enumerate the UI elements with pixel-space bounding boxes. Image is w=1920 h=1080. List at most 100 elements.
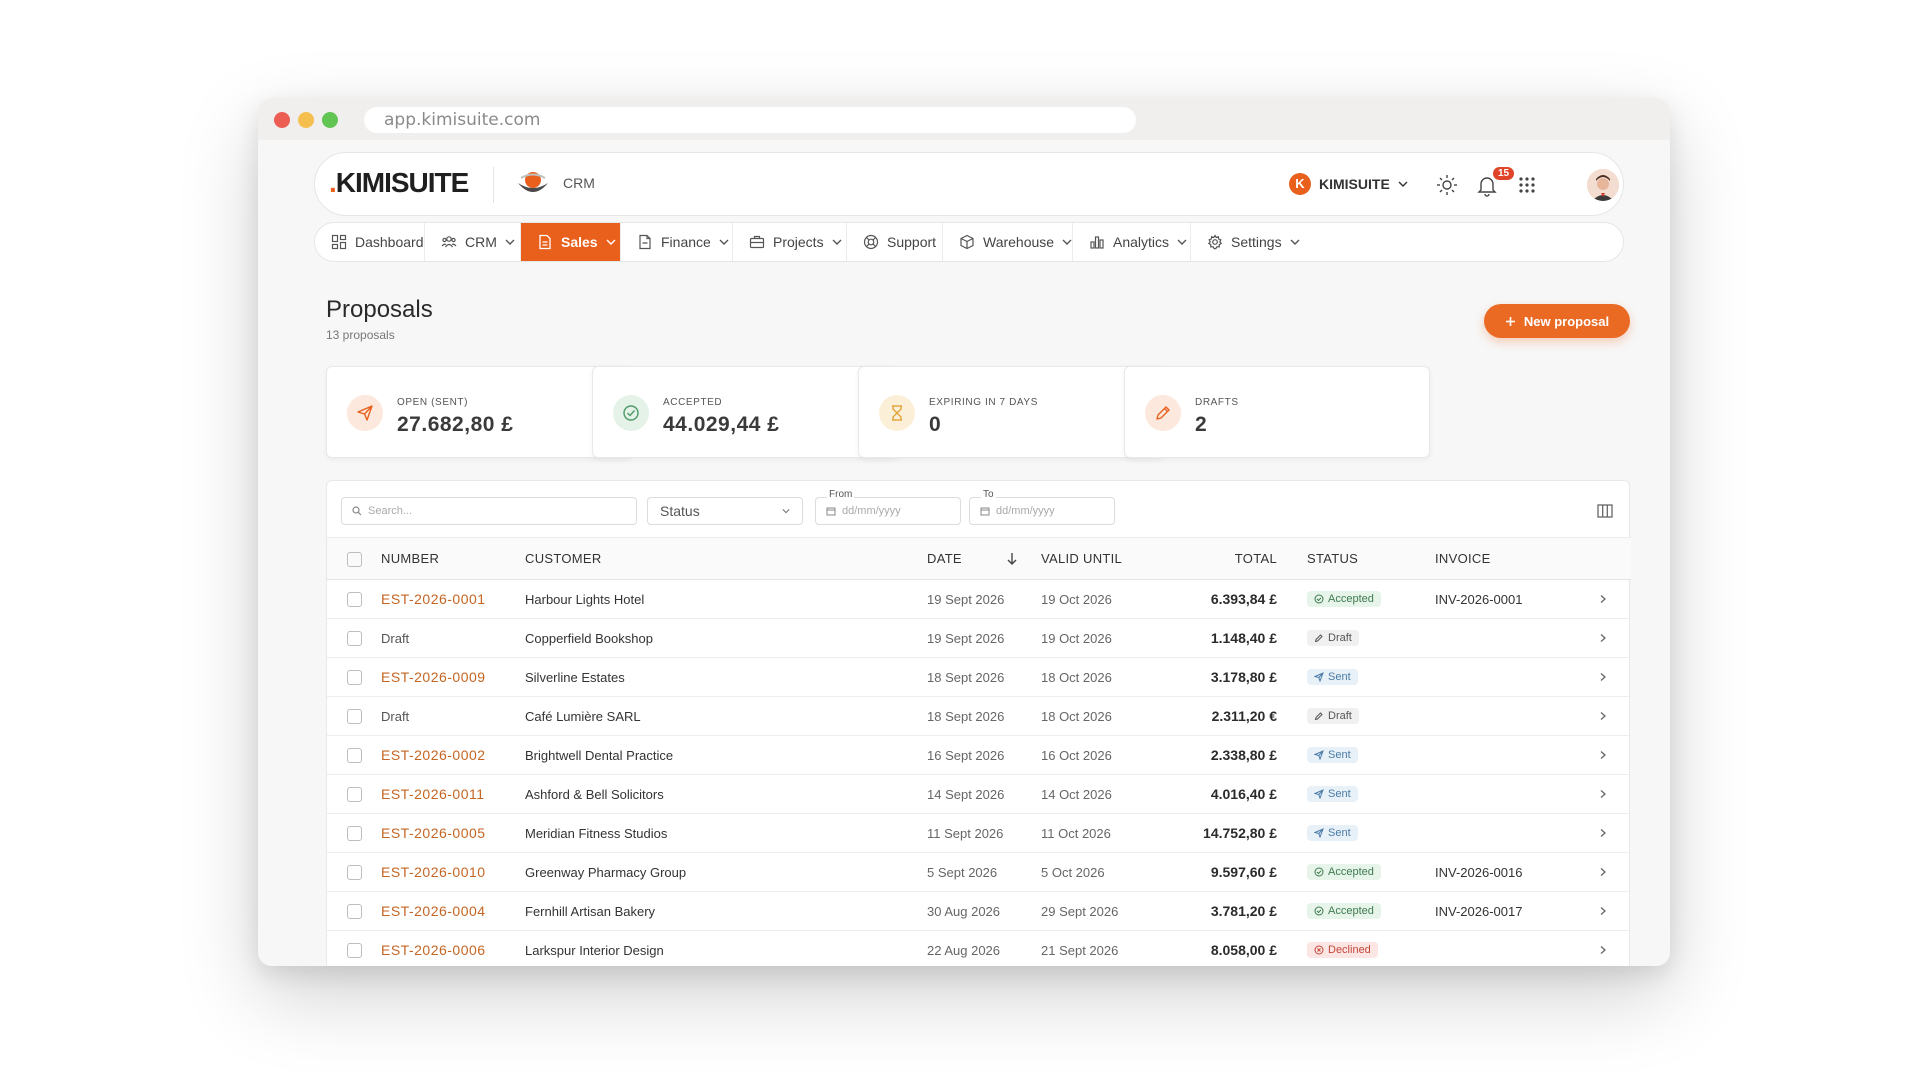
table-row[interactable]: EST-2026-0001 Harbour Lights Hotel 19 Sept…: [327, 579, 1631, 619]
send-icon: [1314, 672, 1324, 682]
chevron-right-icon[interactable]: [1598, 594, 1608, 604]
table-row[interactable]: Draft Copperfield Bookshop 19 Sept 2026 19 …: [327, 618, 1631, 658]
table-row[interactable]: EST-2026-0010 Greenway Pharmacy Group 5 Se…: [327, 852, 1631, 892]
table-row[interactable]: EST-2026-0009 Silverline Estates 18 Sept 2…: [327, 657, 1631, 697]
user-avatar-icon: [1587, 169, 1619, 201]
invoice-number: INV-2026-0001: [1435, 579, 1575, 619]
proposal-number[interactable]: EST-2026-0011: [381, 786, 485, 802]
table-row[interactable]: EST-2026-0011 Ashford & Bell Solicitors 14…: [327, 774, 1631, 814]
company-switcher[interactable]: K KIMISUITE: [1289, 173, 1408, 195]
nav-item-crm[interactable]: CRM: [425, 223, 521, 261]
user-avatar[interactable]: [1587, 169, 1619, 201]
chevron-down-icon: [606, 239, 616, 245]
nav-item-projects[interactable]: Projects: [733, 223, 847, 261]
sort-down-icon[interactable]: [1006, 552, 1018, 566]
close-window-button[interactable]: [274, 112, 290, 128]
address-bar[interactable]: app.kimisuite.com: [364, 107, 1136, 133]
crm-module-logo-icon[interactable]: [515, 169, 551, 199]
nav-item-support[interactable]: Support: [847, 223, 943, 261]
notification-badge: 15: [1493, 167, 1515, 180]
dashboard-icon: [331, 234, 347, 250]
from-date-input[interactable]: dd/mm/yyyy: [815, 497, 961, 525]
table-row[interactable]: EST-2026-0006 Larkspur Interior Design 22 …: [327, 930, 1631, 966]
table-row[interactable]: EST-2026-0004 Fernhill Artisan Bakery 30 A…: [327, 891, 1631, 931]
status-filter-select[interactable]: Status: [647, 497, 803, 525]
invoice-number: INV-2026-0016: [1435, 852, 1575, 892]
column-header-date[interactable]: DATE: [927, 537, 1041, 580]
company-avatar: K: [1289, 173, 1311, 195]
browser-titlebar: app.kimisuite.com: [258, 98, 1670, 140]
main-navigation: Dashboard CRM Sales Finance Projects Sup…: [314, 222, 1624, 262]
table-row[interactable]: EST-2026-0002 Brightwell Dental Practice 1…: [327, 735, 1631, 775]
check-circle-icon: [1314, 906, 1324, 916]
invoice-number: [1435, 930, 1575, 966]
briefcase-icon: [749, 235, 765, 249]
chevron-down-icon: [1290, 239, 1300, 245]
proposal-number[interactable]: EST-2026-0010: [381, 864, 486, 880]
chevron-right-icon[interactable]: [1598, 750, 1608, 760]
table-row[interactable]: Draft Café Lumière SARL 18 Sept 2026 18 Oct…: [327, 696, 1631, 736]
proposal-number[interactable]: EST-2026-0006: [381, 942, 486, 958]
proposal-number[interactable]: EST-2026-0009: [381, 669, 486, 685]
row-checkbox[interactable]: [346, 865, 362, 881]
row-checkbox[interactable]: [346, 904, 362, 920]
search-input[interactable]: Search...: [341, 497, 637, 525]
select-all-checkbox[interactable]: [346, 551, 362, 567]
row-checkbox[interactable]: [346, 787, 362, 803]
row-checkbox[interactable]: [346, 709, 362, 725]
apps-grid-icon[interactable]: [1515, 173, 1539, 197]
sun-icon[interactable]: [1435, 173, 1459, 197]
check-circle-icon: [613, 395, 649, 431]
nav-item-warehouse[interactable]: Warehouse: [943, 223, 1073, 261]
chevron-right-icon[interactable]: [1598, 672, 1608, 682]
nav-item-dashboard[interactable]: Dashboard: [315, 223, 425, 261]
nav-item-settings[interactable]: Settings: [1191, 223, 1305, 261]
to-date-input[interactable]: dd/mm/yyyy: [969, 497, 1115, 525]
column-header-number[interactable]: NUMBER: [381, 537, 525, 580]
column-header-invoice[interactable]: INVOICE: [1435, 537, 1575, 580]
proposal-total: 2.311,20 €: [1177, 696, 1307, 736]
document-icon: [539, 234, 551, 250]
valid-until-date: 14 Oct 2026: [1041, 774, 1177, 814]
users-icon: [441, 236, 457, 248]
minimize-window-button[interactable]: [298, 112, 314, 128]
proposal-number[interactable]: EST-2026-0004: [381, 903, 486, 919]
valid-until-date: 16 Oct 2026: [1041, 735, 1177, 775]
new-proposal-button[interactable]: New proposal: [1484, 304, 1630, 338]
chevron-right-icon[interactable]: [1598, 945, 1608, 955]
row-checkbox[interactable]: [346, 592, 362, 608]
column-header-customer[interactable]: CUSTOMER: [525, 537, 927, 580]
send-icon: [1314, 789, 1324, 799]
nav-item-analytics[interactable]: Analytics: [1073, 223, 1191, 261]
customer-name: Greenway Pharmacy Group: [525, 852, 927, 892]
row-checkbox[interactable]: [346, 943, 362, 959]
chevron-right-icon[interactable]: [1598, 828, 1608, 838]
columns-icon[interactable]: [1595, 501, 1615, 521]
chevron-right-icon[interactable]: [1598, 711, 1608, 721]
chevron-right-icon[interactable]: [1598, 867, 1608, 877]
column-header-valid-until[interactable]: VALID UNTIL: [1041, 537, 1177, 580]
proposals-table-body: EST-2026-0001 Harbour Lights Hotel 19 Sept…: [327, 579, 1631, 966]
row-checkbox[interactable]: [346, 670, 362, 686]
chevron-right-icon[interactable]: [1598, 789, 1608, 799]
nav-item-finance[interactable]: Finance: [621, 223, 733, 261]
maximize-window-button[interactable]: [322, 112, 338, 128]
chevron-right-icon[interactable]: [1598, 633, 1608, 643]
x-circle-icon: [1314, 945, 1324, 955]
kimisuite-logo[interactable]: .KIMISUITE: [329, 167, 469, 199]
row-checkbox[interactable]: [346, 826, 362, 842]
proposal-number[interactable]: EST-2026-0005: [381, 825, 486, 841]
status-badge: Draft: [1307, 630, 1359, 646]
table-row[interactable]: EST-2026-0005 Meridian Fitness Studios 11 …: [327, 813, 1631, 853]
proposal-number[interactable]: EST-2026-0002: [381, 747, 486, 763]
to-date-label: To: [981, 489, 996, 500]
column-header-status[interactable]: STATUS: [1307, 537, 1435, 580]
pencil-icon: [1314, 711, 1324, 721]
column-header-total[interactable]: TOTAL: [1177, 537, 1307, 580]
nav-item-sales[interactable]: Sales: [521, 223, 621, 261]
chevron-right-icon[interactable]: [1598, 906, 1608, 916]
proposal-total: 3.178,80 £: [1177, 657, 1307, 697]
proposal-number[interactable]: EST-2026-0001: [381, 591, 486, 607]
row-checkbox[interactable]: [346, 748, 362, 764]
row-checkbox[interactable]: [346, 631, 362, 647]
